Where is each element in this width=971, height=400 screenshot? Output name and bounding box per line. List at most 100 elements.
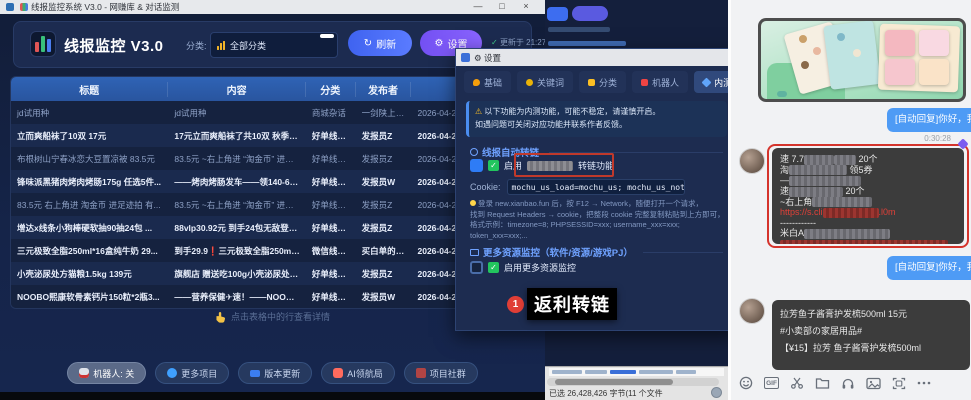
- app-icon: [20, 3, 28, 11]
- footer-button-3[interactable]: AI领航局: [321, 362, 395, 384]
- annotation-number-badge: 1: [507, 296, 524, 313]
- screen-frame-icon[interactable]: [892, 377, 906, 390]
- beta-warning: ⚠ 以下功能为内测功能，可能不稳定，请谨慎开启。 如遇问题可关闭对应功能并联系作…: [466, 101, 727, 137]
- footer-button-2[interactable]: 版本更新: [238, 362, 312, 384]
- auto-reply-bubble-2: [自动回复]你好，我现: [887, 256, 971, 280]
- table-cell: 好单线报-...: [306, 176, 356, 188]
- table-cell: 发报员W: [356, 176, 412, 188]
- table-cell: 锋味派黑猪肉烤肉烤肠175g 任选5件...: [11, 176, 168, 188]
- blue-toggle[interactable]: [470, 159, 483, 172]
- table-cell: 三元极致全脂250ml*16盒纯牛奶 29...: [11, 245, 168, 257]
- category-value: 全部分类: [230, 39, 266, 52]
- table-cell: 发报员Z: [356, 130, 412, 142]
- gear-icon: ⚙: [435, 38, 444, 49]
- selected-segment: [610, 370, 636, 374]
- dialog-titlebar: ⚙ 设置: [456, 49, 735, 66]
- folder-icon: [588, 79, 595, 86]
- table-cell: 好单线报-...: [306, 199, 356, 211]
- background-button-2[interactable]: [572, 6, 608, 21]
- table-cell: 88vlp30.92元 到手24包无敌登4.48...: [168, 222, 305, 234]
- tab-机器人[interactable]: 机器人: [632, 71, 688, 93]
- monitor-icon: [470, 249, 479, 256]
- more-monitor-checkbox-row[interactable]: ✓ 启用更多资源监控: [470, 261, 576, 274]
- table-cell: 旗舰店 赠送吃100g小壳泌尿处方猫粮...: [168, 268, 305, 280]
- link-icon: [470, 148, 478, 156]
- table-cell: 发报员Z: [356, 153, 412, 165]
- table-cell: 发报员Z: [356, 199, 412, 211]
- footer-button-0[interactable]: 机器人: 关: [67, 362, 146, 384]
- auto-reply-bubble-1: [自动回复]你好，我现: [887, 108, 971, 132]
- footer-button-1[interactable]: 更多项目: [155, 362, 229, 384]
- window-title: 线报监控系统 V3.0 - 网赚库 & 对话监测: [31, 1, 179, 13]
- table-cell: 立而爽船袜了10双 17元: [11, 130, 168, 142]
- checkbox-checked-icon[interactable]: ✓: [488, 262, 499, 273]
- emoji-icon[interactable]: [739, 376, 753, 390]
- table-cell: 微信线报-...: [306, 245, 356, 257]
- table-cell: 增达x线条小狗棒硬软抽90抽24包 ...: [11, 222, 168, 234]
- dialog-tabs: 基础关键词分类机器人内测: [464, 71, 729, 95]
- table-cell: NOOBO熙康软骨素钙片150粒*2瓶3...: [11, 291, 168, 303]
- table-cell: jd试用种: [168, 107, 305, 119]
- tab-基础[interactable]: 基础: [464, 71, 511, 93]
- category-dropdown[interactable]: 全部分类: [210, 32, 338, 58]
- table-cell: 到手29.9❗三元极致全脂250ml*16...: [168, 245, 305, 257]
- scissors-icon[interactable]: [790, 376, 804, 390]
- message-line: 【¥15】拉芳 鱼子酱膏护发梳500ml: [780, 340, 962, 357]
- table-cell: 发报员Z: [356, 222, 412, 234]
- taskbar-app-icon: [6, 3, 14, 11]
- table-cell: 买白单的妹妹: [356, 245, 412, 257]
- file-window-fragment: 已选 26,428,426 字节(11 个文件: [545, 366, 728, 400]
- maximize-button[interactable]: □: [491, 0, 513, 14]
- table-cell: 发报员W: [356, 291, 412, 303]
- checkbox-unchecked[interactable]: [470, 261, 483, 274]
- folder-icon[interactable]: [815, 377, 830, 390]
- more-icon[interactable]: [917, 381, 931, 385]
- table-cell: 商城杂话: [306, 107, 356, 119]
- close-button[interactable]: ×: [515, 0, 537, 14]
- scrollbar-thumb[interactable]: [555, 379, 673, 385]
- background-button-1[interactable]: [547, 7, 568, 21]
- background-link-line: [548, 41, 626, 46]
- robot-icon: [641, 79, 648, 86]
- globe-icon: [711, 387, 722, 398]
- dropdown-scroll-thumb[interactable]: [320, 34, 334, 38]
- app-logo-icon: [30, 31, 56, 57]
- main-titlebar: 线报监控系统 V3.0 - 网赚库 & 对话监测 — □ ×: [0, 0, 545, 14]
- avatar[interactable]: [739, 148, 765, 174]
- table-cell: 好单线报-...: [306, 153, 356, 165]
- avatar[interactable]: [739, 298, 765, 324]
- desktop: 线报监控系统 V3.0 - 网赚库 & 对话监测 — □ × 线报监控 V3.0…: [0, 0, 971, 400]
- chat-window: [自动回复]你好，我现 0:30:28 速 7.7 20个淘 领5券—速 20个…: [728, 0, 971, 400]
- tab-关键词[interactable]: 关键词: [517, 71, 573, 93]
- table-cell: ——营养保健✈速！——NOOBO ...: [168, 291, 305, 303]
- headset-icon[interactable]: [841, 377, 855, 390]
- table-cell: ——烤肉烤肠发车——领140-60补...: [168, 176, 305, 188]
- footer-button-4[interactable]: 项目社群: [404, 362, 478, 384]
- cookie-row: Cookie: mochu_us_load=mochu_us; mochu_us…: [470, 179, 685, 195]
- gif-icon[interactable]: GIF: [764, 377, 779, 389]
- checkbox-checked-icon[interactable]: ✓: [488, 160, 499, 171]
- table-cell: 83.5元 ~右上角进 “淘金币” 进足迹...: [168, 199, 305, 211]
- table-cell: 一剑陕上破...: [356, 107, 412, 119]
- refresh-icon: ↻: [364, 38, 372, 49]
- sticker-image-message[interactable]: [758, 18, 966, 102]
- annotation-rect-checkbox: [514, 153, 614, 177]
- image-icon[interactable]: [866, 377, 881, 390]
- category-label: 分类:: [186, 39, 207, 52]
- tab-分类[interactable]: 分类: [579, 71, 626, 93]
- page-title: 线报监控 V3.0: [64, 35, 164, 56]
- file-status-text: 已选 26,428,426 字节(11 个文件: [549, 388, 663, 399]
- check-icon: ✓: [491, 38, 498, 47]
- table-cell: 发报员Z: [356, 268, 412, 280]
- file-list-row[interactable]: [549, 368, 724, 376]
- cookie-input[interactable]: mochu_us_load=mochu_us; mochu_us_notice: [507, 179, 685, 195]
- column-header: 内容: [168, 82, 305, 97]
- message-line: 拉芳鱼子酱膏护发梳500ml 15元: [780, 306, 962, 323]
- pointing-hand-icon: [215, 311, 226, 323]
- minimize-button[interactable]: —: [467, 0, 489, 14]
- robot-icon: [79, 368, 89, 378]
- globe-icon: [167, 368, 177, 378]
- refresh-button[interactable]: ↻ 刷新: [348, 30, 412, 56]
- table-cell: 布根树山宁春冰恋大豆置凉被 83.5元: [11, 153, 168, 165]
- column-header: 分类: [306, 82, 356, 97]
